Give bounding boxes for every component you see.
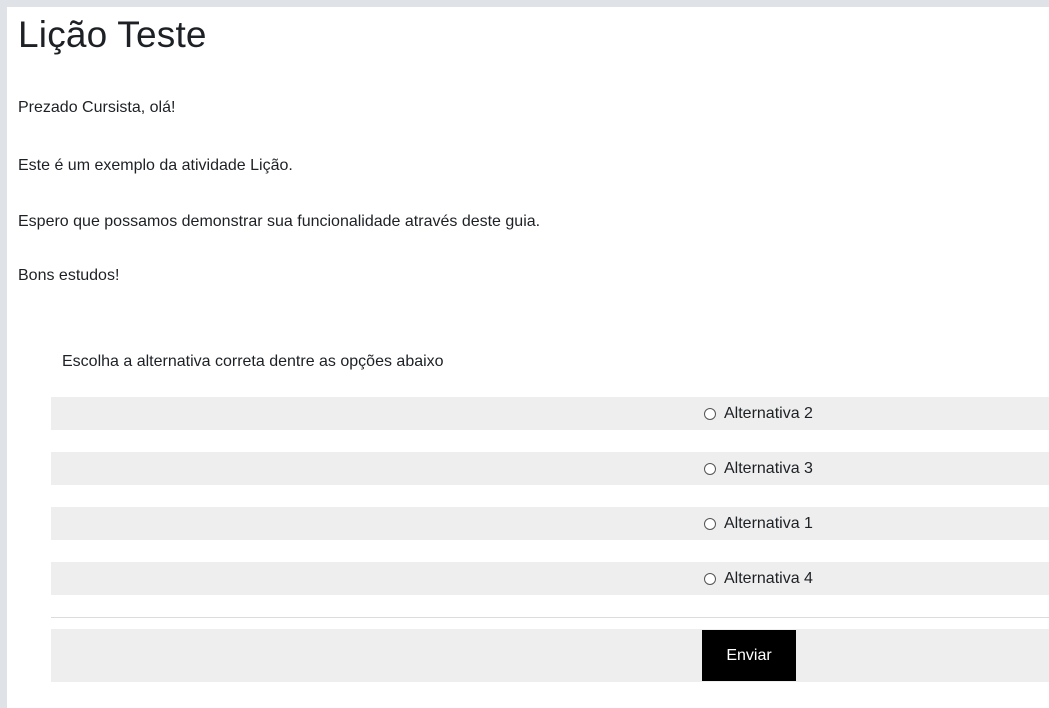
answer-option-row: Alternativa 3 [51,452,1049,485]
lesson-paragraph-closing: Bons estudos! [18,267,120,284]
answer-option-label: Alternativa 1 [724,514,813,532]
answer-option-label: Alternativa 2 [724,404,813,422]
radio-button[interactable] [704,407,716,420]
submit-button[interactable]: Enviar [702,630,796,681]
answer-option-label: Alternativa 3 [724,459,813,477]
radio-button[interactable] [704,572,716,585]
answer-option-3[interactable]: Alternativa 1 [704,507,813,540]
lesson-page: Lição Teste Prezado Cursista, olá! Este … [7,7,1049,708]
answer-option-row: Alternativa 2 [51,397,1049,430]
submit-row: Enviar [51,629,1049,682]
answer-option-label: Alternativa 4 [724,569,813,587]
answer-option-2[interactable]: Alternativa 3 [704,452,813,485]
answer-option-1[interactable]: Alternativa 2 [704,397,813,430]
answer-option-4[interactable]: Alternativa 4 [704,562,813,595]
form-divider [51,617,1049,618]
lesson-paragraph-purpose: Espero que possamos demonstrar sua funci… [18,213,541,230]
question-prompt: Escolha a alternativa correta dentre as … [62,353,444,370]
radio-button[interactable] [704,517,716,530]
radio-button[interactable] [704,462,716,475]
lesson-paragraph-intro: Este é um exemplo da atividade Lição. [18,157,293,174]
answer-option-row: Alternativa 4 [51,562,1049,595]
page-title: Lição Teste [18,14,207,55]
answer-option-row: Alternativa 1 [51,507,1049,540]
lesson-paragraph-greeting: Prezado Cursista, olá! [18,99,176,116]
